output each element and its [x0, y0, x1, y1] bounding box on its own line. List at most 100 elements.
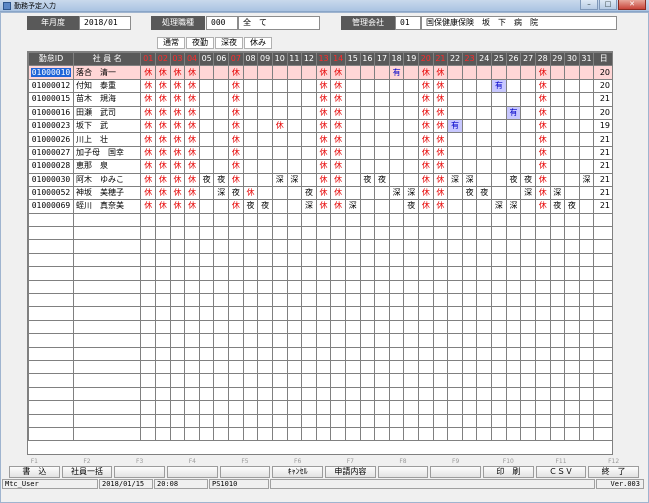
cell-day-shift[interactable]: [344, 78, 361, 94]
empty-cell[interactable]: [301, 319, 317, 335]
empty-cell[interactable]: [286, 386, 303, 402]
cell-day-shift[interactable]: 休: [534, 92, 551, 107]
empty-cell[interactable]: [418, 279, 434, 295]
empty-cell[interactable]: [403, 293, 420, 308]
empty-cell[interactable]: [184, 359, 200, 375]
empty-cell[interactable]: [491, 373, 507, 388]
empty-cell[interactable]: [534, 333, 551, 348]
empty-cell[interactable]: [184, 426, 200, 442]
cell-day-shift[interactable]: 休: [315, 199, 332, 214]
empty-cell[interactable]: [213, 319, 230, 335]
empty-cell[interactable]: [593, 333, 612, 348]
empty-cell[interactable]: [388, 306, 405, 321]
cell-day-shift[interactable]: 深: [388, 185, 405, 201]
empty-cell[interactable]: [213, 252, 230, 268]
cell-day-shift[interactable]: [403, 118, 420, 134]
empty-cell[interactable]: [140, 413, 157, 428]
empty-cell[interactable]: [403, 319, 420, 335]
cell-day-shift[interactable]: [388, 159, 405, 174]
empty-cell[interactable]: [564, 319, 580, 335]
empty-cell[interactable]: [564, 212, 580, 228]
empty-cell[interactable]: [330, 293, 346, 308]
empty-row[interactable]: [28, 386, 612, 402]
empty-cell[interactable]: [330, 266, 346, 281]
empty-cell[interactable]: [72, 239, 142, 254]
table-row[interactable]: 01000026 川上 壮休休休休休休休休休休 21: [28, 132, 612, 147]
cell-day-shift[interactable]: [491, 92, 507, 107]
cell-day-shift[interactable]: [564, 118, 580, 134]
table-row[interactable]: 01000052 神坂 美穂子休休休休深夜休夜休休深深休休夜夜深休深 21: [28, 185, 612, 201]
cell-day-shift[interactable]: [301, 132, 317, 147]
empty-cell[interactable]: [72, 252, 142, 268]
empty-cell[interactable]: [242, 346, 259, 361]
cell-day-shift[interactable]: 休: [432, 92, 449, 107]
empty-cell[interactable]: [491, 279, 507, 295]
cell-day-shift[interactable]: [257, 145, 273, 161]
empty-cell[interactable]: [578, 319, 595, 335]
cell-day-shift[interactable]: 夜: [564, 199, 580, 214]
empty-cell[interactable]: [491, 346, 507, 361]
cell-day-shift[interactable]: 有: [447, 118, 463, 134]
empty-cell[interactable]: [461, 319, 478, 335]
cell-day-shift[interactable]: 夜: [476, 185, 493, 201]
empty-cell[interactable]: [388, 319, 405, 335]
fkey-button[interactable]: 申請内容: [325, 466, 376, 478]
cell-day-shift[interactable]: [476, 132, 493, 147]
cell-day-shift[interactable]: [301, 78, 317, 94]
empty-cell[interactable]: [198, 413, 215, 428]
empty-cell[interactable]: [461, 400, 478, 415]
empty-cell[interactable]: [520, 266, 536, 281]
empty-cell[interactable]: [155, 400, 171, 415]
cell-day-shift[interactable]: 休: [155, 105, 171, 120]
cell-day-shift[interactable]: 休: [418, 199, 434, 214]
empty-cell[interactable]: [271, 373, 288, 388]
empty-cell[interactable]: [432, 413, 449, 428]
cell-day-shift[interactable]: [374, 145, 390, 161]
empty-cell[interactable]: [242, 413, 259, 428]
cell-day-shift[interactable]: [549, 132, 566, 147]
empty-cell[interactable]: [257, 266, 273, 281]
empty-cell[interactable]: [286, 252, 303, 268]
cell-day-shift[interactable]: 休: [169, 199, 186, 214]
cell-day-shift[interactable]: [198, 65, 215, 80]
empty-cell[interactable]: [505, 279, 522, 295]
empty-cell[interactable]: [578, 279, 595, 295]
cell-day-shift[interactable]: 休: [418, 78, 434, 94]
empty-cell[interactable]: [403, 266, 420, 281]
empty-cell[interactable]: [184, 386, 200, 402]
empty-cell[interactable]: [242, 319, 259, 335]
empty-cell[interactable]: [403, 359, 420, 375]
cell-day-shift[interactable]: [198, 118, 215, 134]
cell-day-shift[interactable]: [388, 78, 405, 94]
cell-day-shift[interactable]: [242, 78, 259, 94]
empty-cell[interactable]: [286, 333, 303, 348]
cell-day-shift[interactable]: [344, 118, 361, 134]
empty-cell[interactable]: [359, 306, 376, 321]
cell-day-shift[interactable]: [374, 185, 390, 201]
cell-employee-id[interactable]: 01000026: [28, 132, 74, 147]
cell-day-shift[interactable]: [242, 92, 259, 107]
cell-day-shift[interactable]: [491, 172, 507, 187]
empty-cell[interactable]: [344, 359, 361, 375]
empty-cell[interactable]: [169, 306, 186, 321]
empty-cell[interactable]: [505, 226, 522, 241]
cell-day-shift[interactable]: 休: [432, 105, 449, 120]
empty-cell[interactable]: [169, 266, 186, 281]
empty-cell[interactable]: [447, 333, 463, 348]
empty-cell[interactable]: [359, 252, 376, 268]
empty-cell[interactable]: [374, 386, 390, 402]
empty-cell[interactable]: [476, 293, 493, 308]
empty-cell[interactable]: [476, 386, 493, 402]
cell-day-shift[interactable]: 休: [140, 185, 157, 201]
empty-cell[interactable]: [140, 293, 157, 308]
empty-cell[interactable]: [198, 319, 215, 335]
cell-day-shift[interactable]: [242, 105, 259, 120]
empty-cell[interactable]: [271, 239, 288, 254]
cell-day-shift[interactable]: 休: [534, 185, 551, 201]
cell-day-shift[interactable]: [213, 92, 230, 107]
fkey-button[interactable]: [219, 466, 271, 478]
empty-cell[interactable]: [286, 212, 303, 228]
empty-cell[interactable]: [155, 226, 171, 241]
cell-day-shift[interactable]: 夜: [228, 185, 244, 201]
empty-cell[interactable]: [242, 212, 259, 228]
